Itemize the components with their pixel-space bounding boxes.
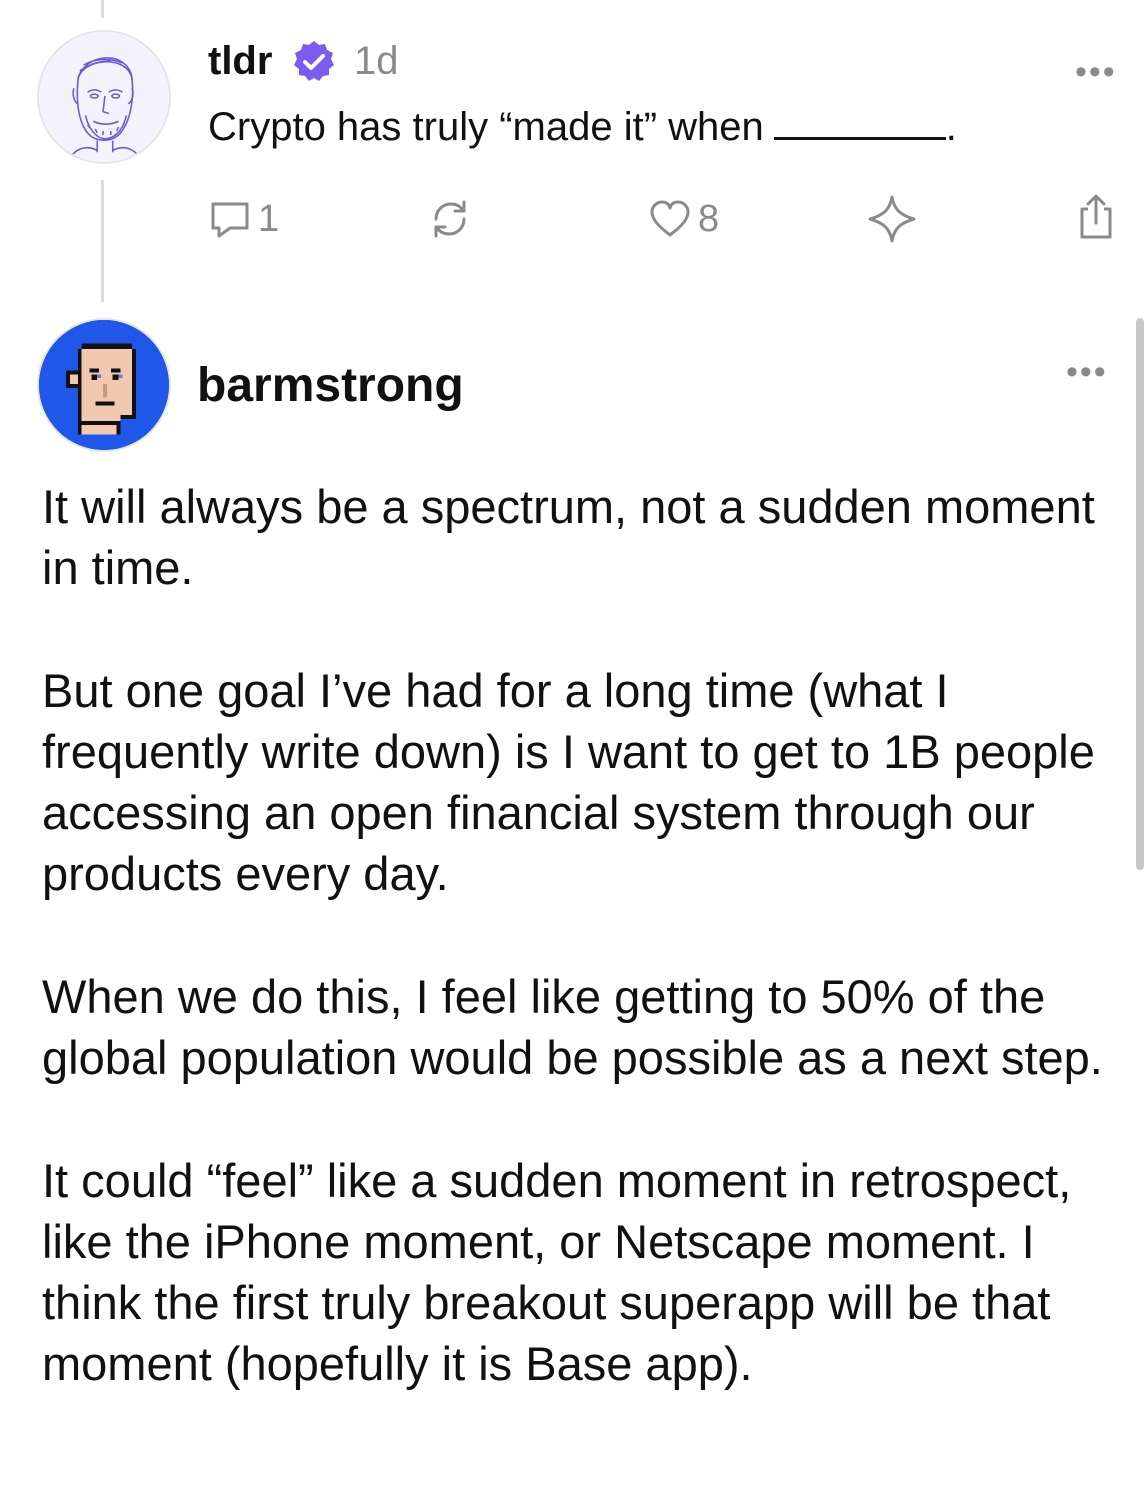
sparkle-star-icon [868, 195, 916, 243]
favorite-button[interactable] [866, 195, 918, 243]
pixel-punk-avatar-icon [39, 320, 169, 450]
barmstrong-avatar[interactable] [37, 318, 171, 452]
reply-more-button[interactable]: ••• [1066, 355, 1108, 389]
thread-line [101, 180, 104, 302]
like-count: 8 [698, 197, 720, 240]
post-text-end: . [945, 105, 957, 149]
reply-button[interactable]: 1 [208, 196, 279, 242]
reply-paragraph: When we do this, I feel like getting to … [42, 970, 1103, 1084]
verified-badge-icon [294, 41, 334, 81]
thread-line-top [101, 0, 104, 18]
post-more-button[interactable]: ••• [1075, 55, 1117, 89]
reply-paragraph: It will always be a spectrum, not a sudd… [42, 480, 1095, 594]
repost-icon [434, 200, 466, 238]
comment-icon [211, 202, 249, 238]
scrollbar[interactable] [1136, 318, 1144, 870]
like-button[interactable]: 8 [648, 196, 719, 242]
post-time: 1d [354, 39, 399, 83]
tldr-avatar[interactable] [37, 30, 171, 164]
share-icon [1080, 194, 1112, 239]
reply-count: 1 [258, 197, 280, 240]
reply-paragraph: It could “feel” like a sudden moment in … [42, 1154, 1072, 1390]
post-username[interactable]: tldr [208, 36, 272, 86]
reply-username[interactable]: barmstrong [197, 356, 464, 416]
post-text: Crypto has truly “made it” when. [208, 100, 957, 154]
reply-paragraph: But one goal I’ve had for a long time (w… [42, 664, 1095, 900]
reply-body: It will always be a spectrum, not a sudd… [42, 476, 1122, 1456]
post-text-content: Crypto has truly “made it” when [208, 105, 764, 149]
repost-button[interactable] [428, 196, 472, 242]
sketch-portrait-icon [39, 32, 169, 162]
share-button[interactable] [1074, 194, 1118, 240]
blank-line [773, 103, 946, 140]
heart-icon [650, 200, 690, 237]
